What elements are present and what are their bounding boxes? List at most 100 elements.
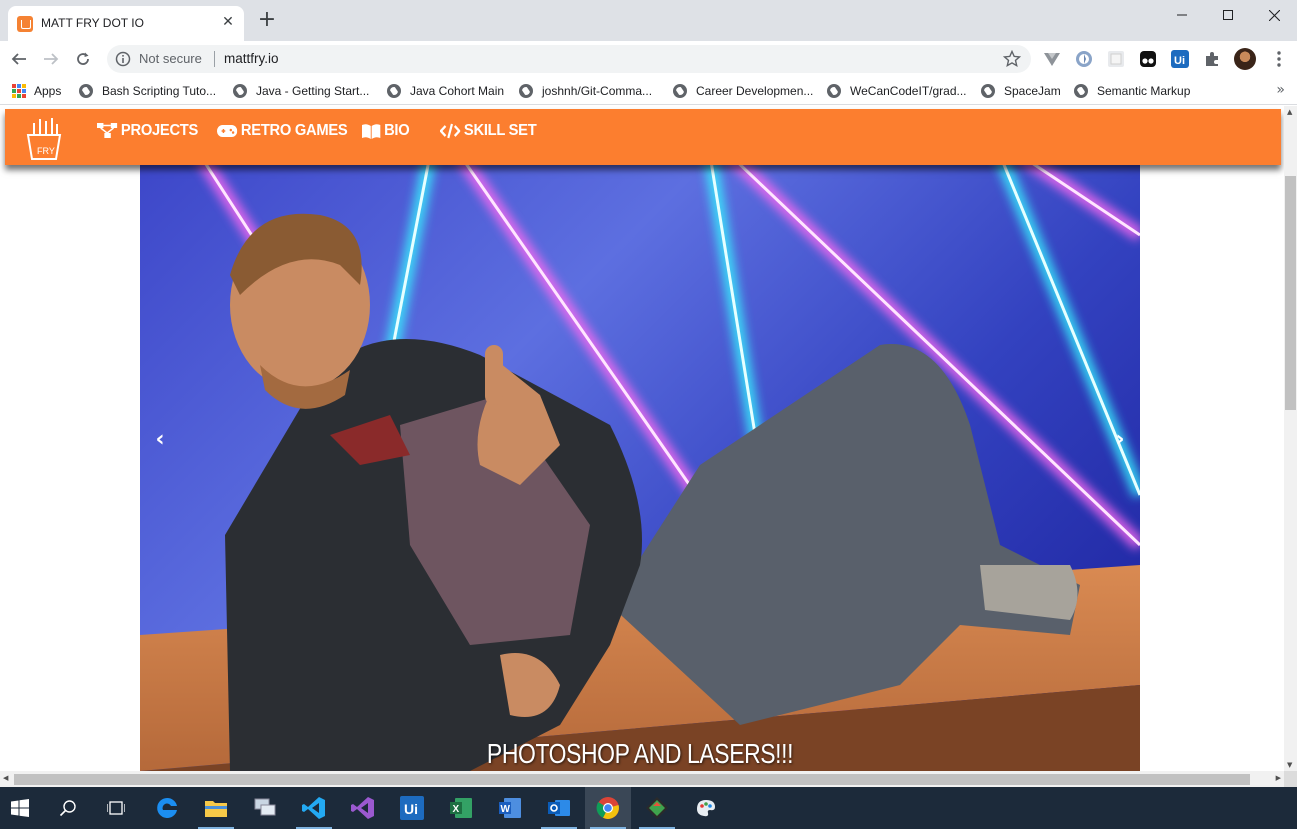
chrome-taskbar-button[interactable]: [594, 794, 622, 822]
bookmark-label: WeCanCodeIT/grad...: [850, 84, 967, 98]
logo-text: FRY: [37, 146, 55, 156]
bookmark-label: SpaceJam: [1004, 84, 1061, 98]
scroll-up-arrow-icon[interactable]: ▲: [1287, 108, 1292, 116]
bookmark-item[interactable]: Bash Scripting Tuto...: [79, 83, 216, 99]
svg-text:X: X: [453, 804, 460, 815]
search-button[interactable]: [54, 794, 82, 822]
visual-studio-icon: [351, 797, 374, 819]
tampermonkey-extension-icon[interactable]: [1139, 50, 1157, 68]
sitemap-icon: [97, 123, 118, 138]
globe-icon: [233, 84, 247, 98]
vscode-taskbar-button[interactable]: [300, 794, 328, 822]
git-taskbar-button[interactable]: [643, 794, 671, 822]
scroll-right-arrow-icon[interactable]: ▶: [1276, 774, 1281, 782]
bookmark-item[interactable]: joshnh/Git-Comma...: [519, 83, 652, 99]
globe-icon: [673, 84, 687, 98]
hero-photo: [140, 165, 1140, 771]
fry-logo-icon[interactable]: FRY: [25, 115, 63, 161]
address-separator: [214, 51, 215, 67]
globe-icon: [981, 84, 995, 98]
visual-studio-taskbar-button[interactable]: [349, 794, 377, 822]
forward-button[interactable]: [39, 47, 63, 71]
network-taskbar-button[interactable]: [251, 794, 279, 822]
word-icon: W: [499, 798, 521, 818]
nav-bio[interactable]: BIO: [362, 122, 410, 140]
uipath-icon: Ui: [400, 796, 424, 820]
back-arrow-icon: [11, 53, 26, 65]
vertical-scroll-thumb[interactable]: [1285, 176, 1296, 410]
bookmark-label: Java Cohort Main: [410, 84, 505, 98]
excel-taskbar-button[interactable]: X: [447, 794, 475, 822]
bookmark-item[interactable]: Java Cohort Main: [387, 83, 504, 99]
paint-taskbar-button[interactable]: [692, 794, 720, 822]
paint-icon: [697, 800, 715, 817]
carousel-next-button[interactable]: ›: [1108, 427, 1132, 457]
bookmark-item[interactable]: Career Developmen...: [673, 83, 813, 99]
url-text[interactable]: mattfry.io: [224, 51, 279, 66]
svg-text:W: W: [501, 804, 511, 815]
nav-retro-games[interactable]: RETRO GAMES: [217, 122, 348, 140]
react-extension-icon[interactable]: [1075, 50, 1093, 68]
bookmark-item[interactable]: Semantic Markup: [1074, 83, 1190, 99]
vertical-scrollbar[interactable]: ▲ ▼: [1284, 106, 1297, 771]
bookmark-item[interactable]: Java - Getting Start...: [233, 83, 369, 99]
maximize-button[interactable]: [1205, 0, 1251, 30]
globe-icon: [387, 84, 401, 98]
nav-skill-set[interactable]: SKILL SET: [440, 122, 537, 140]
security-status[interactable]: Not secure: [139, 51, 202, 66]
scroll-down-arrow-icon[interactable]: ▼: [1287, 761, 1292, 769]
apps-grid-icon: [12, 84, 26, 98]
horizontal-scroll-thumb[interactable]: [14, 774, 1250, 785]
back-button[interactable]: [7, 47, 31, 71]
extension-placeholder-icon[interactable]: [1107, 50, 1125, 68]
bookmark-item[interactable]: WeCanCodeIT/grad...: [827, 83, 967, 99]
reload-button[interactable]: [71, 47, 95, 71]
chrome-menu-icon[interactable]: [1270, 50, 1288, 68]
uipath-taskbar-button[interactable]: Ui: [398, 794, 426, 822]
outlook-taskbar-button[interactable]: [545, 794, 573, 822]
bookmark-label: Apps: [34, 84, 62, 98]
tab-close-icon[interactable]: ✕: [220, 14, 236, 30]
edge-taskbar-button[interactable]: [153, 794, 181, 822]
start-button[interactable]: [6, 794, 34, 822]
tab-title: MATT FRY DOT IO: [41, 16, 144, 30]
bookmark-label: Java - Getting Start...: [256, 84, 370, 98]
uipath-extension-icon[interactable]: Ui: [1171, 50, 1189, 68]
svg-text:Ui: Ui: [1174, 55, 1185, 67]
svg-text:Ui: Ui: [404, 801, 418, 817]
bookmarks-bar: Apps Bash Scripting Tuto... Java - Getti…: [0, 77, 1297, 105]
horizontal-scrollbar[interactable]: ◀ ▶: [0, 771, 1284, 787]
bookmark-label: Bash Scripting Tuto...: [102, 84, 217, 98]
code-icon: [440, 123, 461, 139]
file-explorer-taskbar-button[interactable]: [202, 794, 230, 822]
bookmarks-overflow-button[interactable]: »: [1276, 82, 1285, 98]
forward-arrow-icon: [44, 53, 59, 65]
extensions-puzzle-icon[interactable]: [1203, 50, 1221, 68]
carousel-prev-button[interactable]: ‹: [148, 427, 172, 457]
browser-tab[interactable]: MATT FRY DOT IO ✕: [8, 6, 244, 41]
close-window-button[interactable]: [1251, 0, 1297, 30]
bookmark-star-icon[interactable]: [1003, 50, 1021, 68]
nav-projects-label: PROJECTS: [120, 122, 199, 139]
bookmark-item[interactable]: SpaceJam: [981, 83, 1061, 99]
task-view-icon: [107, 801, 125, 815]
scroll-left-arrow-icon[interactable]: ◀: [3, 774, 8, 782]
scrollbar-corner: [1284, 771, 1297, 787]
vue-devtools-extension-icon[interactable]: [1043, 50, 1061, 68]
bookmark-apps[interactable]: Apps: [12, 83, 61, 99]
task-view-button[interactable]: [102, 794, 130, 822]
profile-avatar[interactable]: [1234, 48, 1256, 70]
browser-toolbar: Not secure mattfry.io Ui: [0, 41, 1297, 77]
minimize-button[interactable]: [1159, 0, 1205, 30]
info-icon[interactable]: [115, 51, 131, 67]
bookmark-label: joshnh/Git-Comma...: [542, 84, 653, 98]
gamepad-icon: [217, 125, 238, 137]
nav-projects[interactable]: PROJECTS: [97, 122, 198, 140]
new-tab-button[interactable]: +: [256, 9, 278, 32]
windows-logo-icon: [11, 799, 29, 817]
address-bar[interactable]: Not secure mattfry.io: [107, 45, 1031, 73]
vscode-icon: [302, 797, 325, 819]
word-taskbar-button[interactable]: W: [496, 794, 524, 822]
close-icon: [1268, 9, 1280, 21]
outlook-icon: [548, 800, 570, 816]
